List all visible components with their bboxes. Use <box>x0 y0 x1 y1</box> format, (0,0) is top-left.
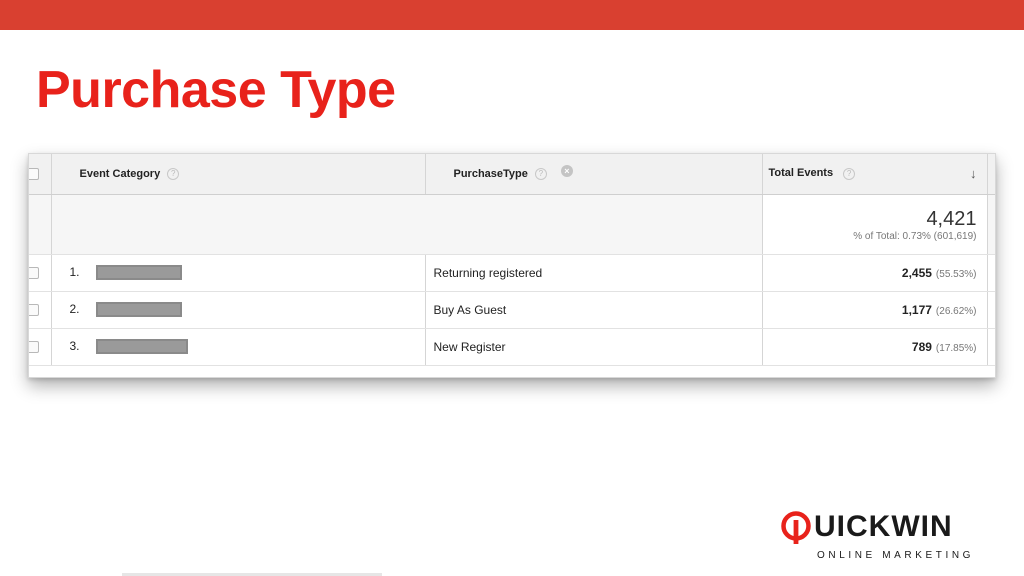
slide-title: Purchase Type <box>36 61 396 119</box>
total-events-value: 789 <box>911 339 932 354</box>
logo-wordmark: UICKWIN <box>780 510 953 544</box>
row-checkbox[interactable] <box>29 303 39 316</box>
total-events-pct: (17.85%) <box>935 342 977 354</box>
summary-total-value: 4,421 <box>926 207 977 230</box>
select-all-checkbox[interactable] <box>29 167 39 180</box>
event-category-cell: 3. <box>51 328 426 366</box>
top-accent-bar <box>0 0 1024 30</box>
purchase-type-link[interactable]: Returning registered <box>425 254 763 292</box>
total-events-cell: 789 (17.85%) <box>762 328 988 366</box>
logo-subtitle: ONLINE MARKETING <box>817 550 975 561</box>
event-category-cell: 1. <box>51 254 426 292</box>
purchase-type-link[interactable]: Buy As Guest <box>425 291 763 329</box>
row-index: 2. <box>69 301 80 316</box>
row-edge-cell <box>987 291 995 329</box>
column-header-label: PurchaseType <box>453 167 528 180</box>
row-check-cell <box>29 291 52 329</box>
redacted-event-category <box>95 302 182 318</box>
row-checkbox[interactable] <box>29 266 39 279</box>
row-edge-cell <box>987 328 995 366</box>
remove-dimension-icon[interactable]: × <box>560 164 573 177</box>
total-events-value: 1,177 <box>901 302 932 317</box>
header-edge-cell <box>987 154 995 195</box>
row-edge-cell <box>987 254 995 292</box>
sort-descending-icon[interactable]: ↓ <box>970 166 977 181</box>
redacted-event-category <box>95 339 188 355</box>
help-icon[interactable]: ? <box>843 168 856 181</box>
column-header-total-events[interactable]: Total Events ? ↓ <box>762 154 988 195</box>
column-header-label: Event Category <box>79 167 161 180</box>
total-events-cell: 1,177 (26.62%) <box>762 291 988 329</box>
redacted-event-category <box>95 265 182 281</box>
table-row: 3. New Register 789 (17.85%) <box>29 328 995 366</box>
summary-row: 4,421 % of Total: 0.73% (601,619) <box>29 194 995 255</box>
row-checkbox[interactable] <box>29 340 39 353</box>
logo-word: UICKWIN <box>814 510 953 543</box>
column-header-purchase-type[interactable]: PurchaseType ? × <box>425 154 763 195</box>
summary-total-cell: 4,421 % of Total: 0.73% (601,619) <box>762 194 988 255</box>
event-category-cell: 2. <box>51 291 426 329</box>
help-icon[interactable]: ? <box>534 167 547 180</box>
column-header-event-category[interactable]: Event Category ? <box>51 154 426 195</box>
summary-label-cell <box>51 194 763 255</box>
summary-pct-of-total: % of Total: 0.73% (601,619) <box>853 230 977 242</box>
quickwin-logo: UICKWIN ONLINE MARKETING <box>780 510 990 562</box>
row-index: 1. <box>69 264 80 279</box>
summary-check-cell <box>29 194 52 255</box>
total-events-pct: (55.53%) <box>935 268 977 280</box>
row-index: 3. <box>69 338 80 353</box>
help-icon[interactable]: ? <box>167 167 180 180</box>
column-header-label: Total Events <box>768 167 834 180</box>
total-events-cell: 2,455 (55.53%) <box>762 254 988 292</box>
table-header-row: Event Category ? PurchaseType ? × Total … <box>29 154 995 195</box>
purchase-type-link[interactable]: New Register <box>425 328 763 366</box>
table-row: 2. Buy As Guest 1,177 (26.62%) <box>29 291 995 329</box>
total-events-value: 2,455 <box>901 265 932 280</box>
table-row: 1. Returning registered 2,455 (55.53%) <box>29 254 995 292</box>
row-check-cell <box>29 254 52 292</box>
row-check-cell <box>29 328 52 366</box>
select-all-cell <box>29 154 52 195</box>
total-events-pct: (26.62%) <box>935 305 977 317</box>
q-logo-icon <box>780 510 812 544</box>
analytics-report-table: Event Category ? PurchaseType ? × Total … <box>28 153 996 378</box>
summary-edge-cell <box>987 194 995 255</box>
